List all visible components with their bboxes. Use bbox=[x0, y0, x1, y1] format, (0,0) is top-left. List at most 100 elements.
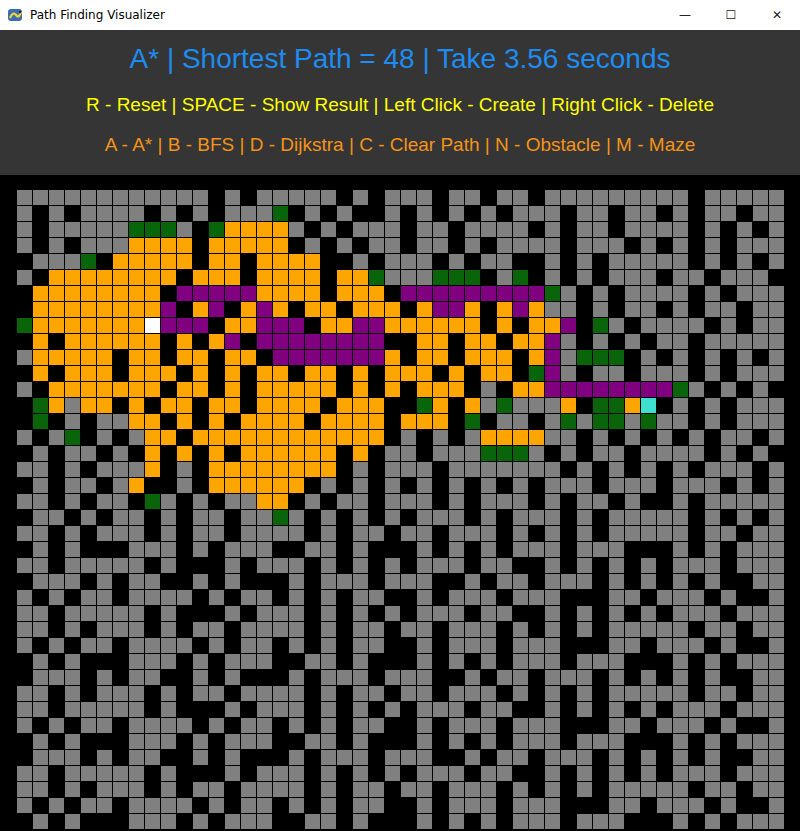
grid-cell[interactable] bbox=[353, 238, 368, 253]
grid-cell[interactable] bbox=[609, 286, 624, 301]
grid-cell[interactable] bbox=[209, 814, 224, 829]
grid-cell[interactable] bbox=[337, 590, 352, 605]
grid-cell[interactable] bbox=[369, 206, 384, 221]
grid-cell[interactable] bbox=[641, 270, 656, 285]
grid-cell[interactable] bbox=[209, 558, 224, 573]
grid-cell[interactable] bbox=[241, 462, 256, 477]
grid-cell[interactable] bbox=[97, 366, 112, 381]
grid-cell[interactable] bbox=[145, 750, 160, 765]
grid-cell[interactable] bbox=[49, 238, 64, 253]
grid-cell[interactable] bbox=[401, 238, 416, 253]
window-control-button[interactable]: ✕ bbox=[754, 0, 800, 30]
grid-cell[interactable] bbox=[641, 590, 656, 605]
grid-cell[interactable] bbox=[257, 350, 272, 365]
grid-cell[interactable] bbox=[593, 414, 608, 429]
grid-cell[interactable] bbox=[305, 558, 320, 573]
grid-cell[interactable] bbox=[145, 766, 160, 781]
grid-cell[interactable] bbox=[689, 206, 704, 221]
grid-cell[interactable] bbox=[449, 430, 464, 445]
grid-cell[interactable] bbox=[417, 622, 432, 637]
grid-cell[interactable] bbox=[17, 462, 32, 477]
grid-cell[interactable] bbox=[721, 334, 736, 349]
grid-cell[interactable] bbox=[433, 190, 448, 205]
grid-cell[interactable] bbox=[657, 686, 672, 701]
grid-cell[interactable] bbox=[33, 782, 48, 797]
grid-cell[interactable] bbox=[65, 702, 80, 717]
grid-cell[interactable] bbox=[113, 734, 128, 749]
grid-cell[interactable] bbox=[529, 478, 544, 493]
grid-cell[interactable] bbox=[481, 702, 496, 717]
grid-cell[interactable] bbox=[561, 350, 576, 365]
grid-cell[interactable] bbox=[257, 270, 272, 285]
grid-cell[interactable] bbox=[257, 286, 272, 301]
grid-cell[interactable] bbox=[145, 462, 160, 477]
grid-cell[interactable] bbox=[353, 222, 368, 237]
grid-cell[interactable] bbox=[433, 670, 448, 685]
grid-cell[interactable] bbox=[177, 462, 192, 477]
grid-cell[interactable] bbox=[561, 430, 576, 445]
grid-cell[interactable] bbox=[545, 430, 560, 445]
grid-cell[interactable] bbox=[161, 526, 176, 541]
grid-cell[interactable] bbox=[625, 750, 640, 765]
grid-cell[interactable] bbox=[273, 350, 288, 365]
grid-cell[interactable] bbox=[385, 510, 400, 525]
grid-cell[interactable] bbox=[625, 782, 640, 797]
grid-cell[interactable] bbox=[737, 462, 752, 477]
grid-cell[interactable] bbox=[561, 782, 576, 797]
grid-cell[interactable] bbox=[417, 718, 432, 733]
grid-cell[interactable] bbox=[161, 494, 176, 509]
grid-cell[interactable] bbox=[209, 206, 224, 221]
grid-cell[interactable] bbox=[369, 414, 384, 429]
grid-cell[interactable] bbox=[193, 686, 208, 701]
grid-cell[interactable] bbox=[449, 590, 464, 605]
grid-cell[interactable] bbox=[385, 670, 400, 685]
grid-cell[interactable] bbox=[417, 526, 432, 541]
grid-cell[interactable] bbox=[193, 350, 208, 365]
grid-cell[interactable] bbox=[673, 510, 688, 525]
grid-cell[interactable] bbox=[289, 430, 304, 445]
grid-cell[interactable] bbox=[113, 190, 128, 205]
grid-cell[interactable] bbox=[417, 430, 432, 445]
grid-cell[interactable] bbox=[97, 718, 112, 733]
grid-cell[interactable] bbox=[513, 286, 528, 301]
grid-cell[interactable] bbox=[161, 718, 176, 733]
grid-cell[interactable] bbox=[753, 814, 768, 829]
grid-cell[interactable] bbox=[305, 238, 320, 253]
grid-cell[interactable] bbox=[705, 654, 720, 669]
grid-cell[interactable] bbox=[417, 798, 432, 813]
grid-cell[interactable] bbox=[49, 654, 64, 669]
grid-cell[interactable] bbox=[81, 718, 96, 733]
grid-cell[interactable] bbox=[337, 622, 352, 637]
grid-cell[interactable] bbox=[401, 302, 416, 317]
grid-cell[interactable] bbox=[641, 366, 656, 381]
grid-cell[interactable] bbox=[289, 414, 304, 429]
grid-cell[interactable] bbox=[65, 766, 80, 781]
grid-cell[interactable] bbox=[369, 590, 384, 605]
grid-cell[interactable] bbox=[449, 558, 464, 573]
grid-cell[interactable] bbox=[385, 494, 400, 509]
grid-cell[interactable] bbox=[49, 510, 64, 525]
grid-cell[interactable] bbox=[433, 526, 448, 541]
grid-cell[interactable] bbox=[545, 622, 560, 637]
grid-cell[interactable] bbox=[721, 494, 736, 509]
grid-cell[interactable] bbox=[353, 302, 368, 317]
grid-cell[interactable] bbox=[417, 254, 432, 269]
grid-cell[interactable] bbox=[273, 222, 288, 237]
grid-cell[interactable] bbox=[497, 462, 512, 477]
grid-cell[interactable] bbox=[481, 606, 496, 621]
grid-cell[interactable] bbox=[337, 750, 352, 765]
grid-cell[interactable] bbox=[81, 366, 96, 381]
grid-cell[interactable] bbox=[33, 238, 48, 253]
grid-cell[interactable] bbox=[705, 366, 720, 381]
grid-cell[interactable] bbox=[33, 526, 48, 541]
grid-cell[interactable] bbox=[689, 462, 704, 477]
grid-cell[interactable] bbox=[129, 574, 144, 589]
grid-cell[interactable] bbox=[545, 526, 560, 541]
grid-cell[interactable] bbox=[513, 366, 528, 381]
grid-cell[interactable] bbox=[161, 686, 176, 701]
grid-cell[interactable] bbox=[193, 574, 208, 589]
grid-cell[interactable] bbox=[353, 350, 368, 365]
grid-cell[interactable] bbox=[65, 270, 80, 285]
grid-cell[interactable] bbox=[401, 510, 416, 525]
grid-cell[interactable] bbox=[433, 622, 448, 637]
